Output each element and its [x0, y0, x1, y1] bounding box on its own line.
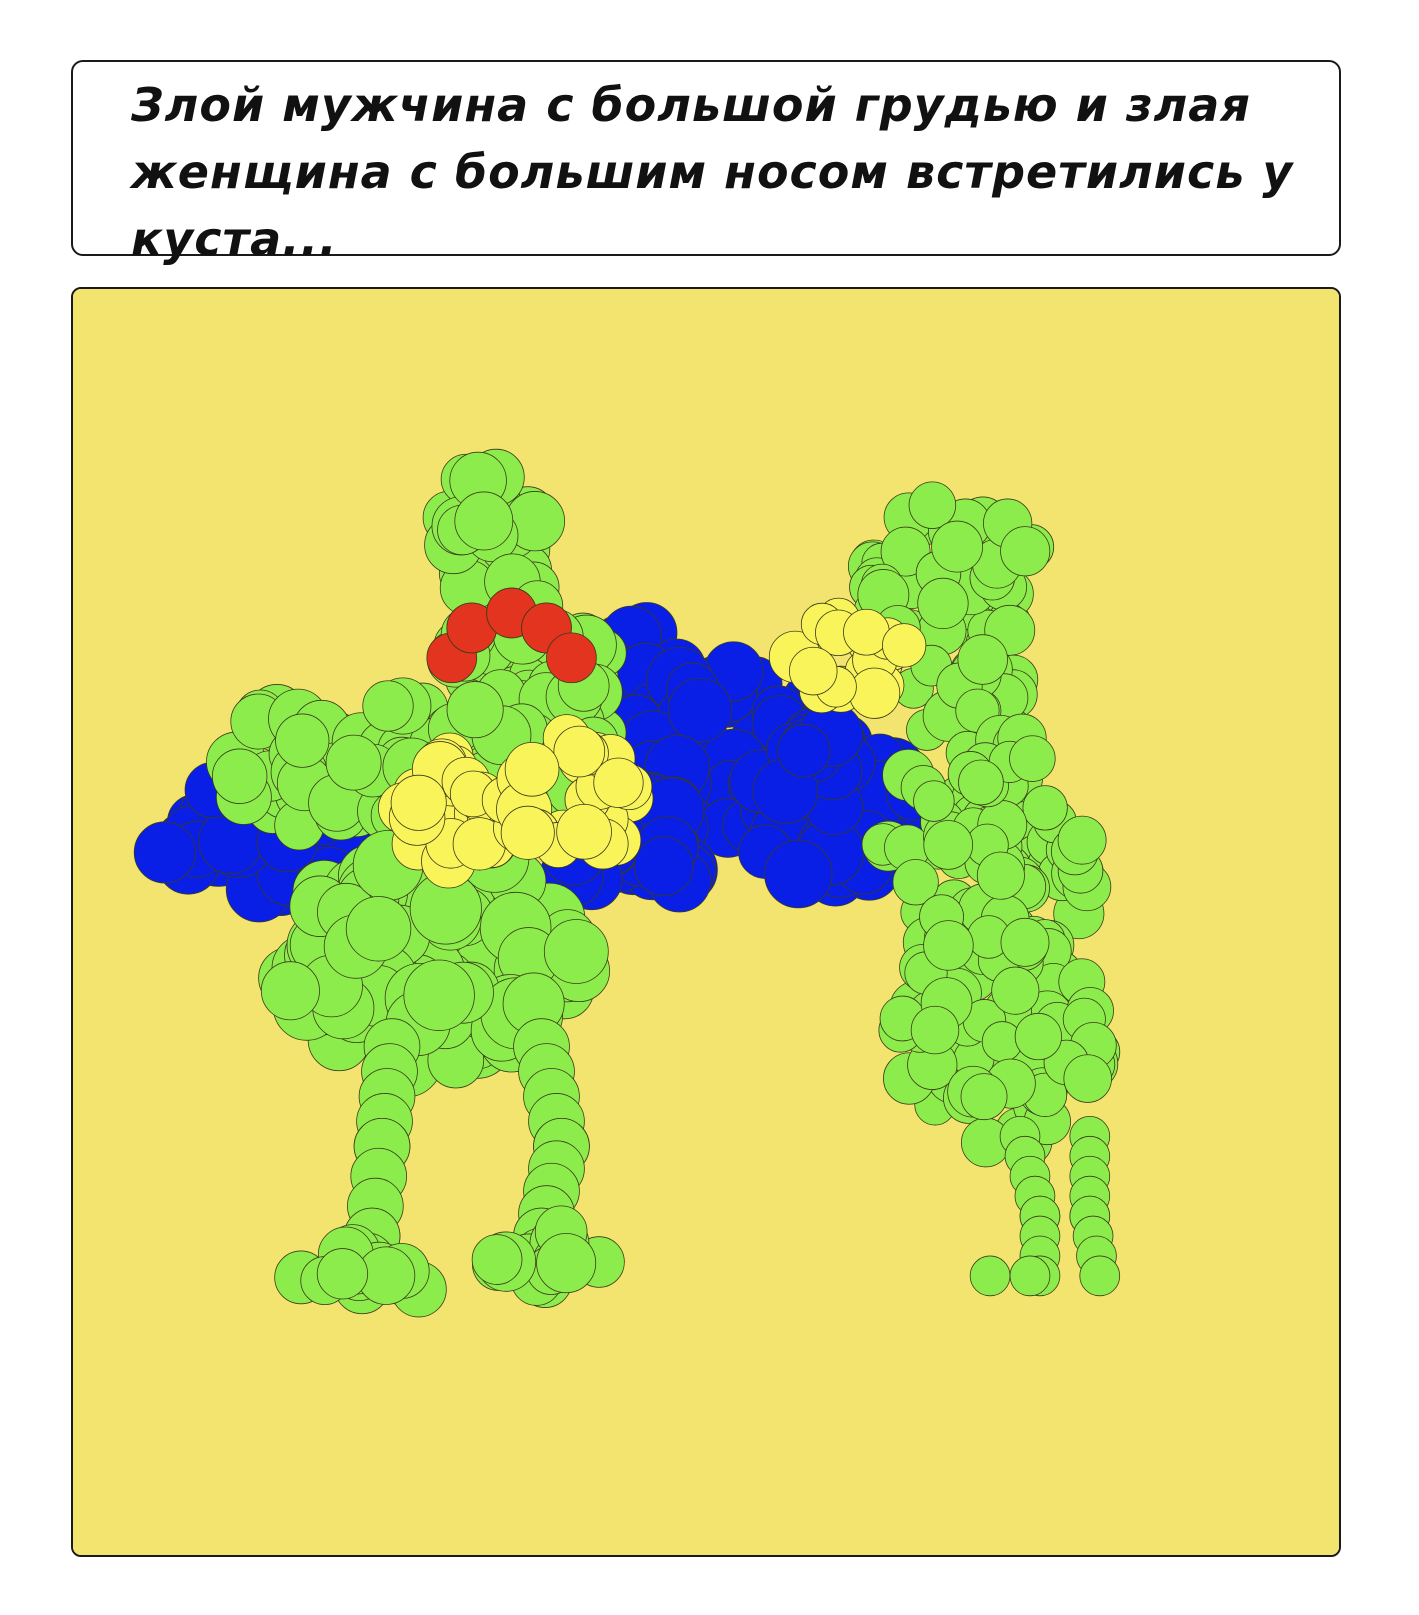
woman-circle — [957, 634, 1008, 685]
woman-circle — [908, 481, 957, 529]
man-circle — [543, 919, 609, 984]
nose-circle — [848, 667, 901, 719]
scene-frame — [71, 287, 1341, 1557]
man-circle — [260, 961, 320, 1021]
bush-circle — [777, 724, 831, 778]
woman-circle — [1014, 1012, 1062, 1061]
bush-circle — [764, 839, 833, 909]
woman-circle — [923, 920, 974, 971]
woman-circle — [958, 759, 1004, 806]
woman-circle — [923, 820, 974, 870]
man-circle — [211, 748, 268, 804]
woman-circle — [1057, 815, 1107, 865]
bush-circle — [633, 836, 694, 896]
nose-circle — [882, 623, 927, 668]
woman-circle — [960, 1073, 1008, 1121]
scene-illustration — [73, 289, 1339, 1555]
caption-box: Злой мужчина с большой грудью и злая жен… — [71, 60, 1341, 266]
man-circle — [403, 959, 475, 1031]
man-circle — [471, 1234, 523, 1285]
bush-circle — [133, 821, 196, 884]
woman-circle — [917, 577, 969, 630]
man-circle — [316, 1248, 369, 1300]
eyebrow-circle — [546, 632, 597, 684]
woman-circle — [1000, 526, 1051, 577]
woman-circle — [1000, 917, 1050, 967]
woman-circle — [931, 520, 984, 573]
man-circle — [536, 1233, 597, 1294]
man-circle — [362, 680, 414, 732]
chest-circle — [390, 774, 447, 831]
woman-circle — [976, 851, 1025, 900]
woman-circle — [910, 1005, 960, 1055]
woman-circle — [991, 966, 1040, 1015]
chest-circle — [553, 725, 606, 778]
woman-circle — [1022, 785, 1068, 831]
man-circle — [345, 896, 412, 962]
woman-circle — [969, 1255, 1011, 1297]
caption-text: Злой мужчина с большой грудью и злая жен… — [131, 78, 1294, 266]
chest-circle — [556, 803, 612, 860]
chest-circle — [500, 805, 555, 860]
bush-circle — [667, 677, 733, 743]
man-circle — [325, 734, 382, 791]
man-circle — [275, 713, 330, 768]
woman-circle — [1079, 1255, 1121, 1297]
woman-circle — [1009, 1255, 1051, 1297]
chest-circle — [504, 741, 560, 797]
woman-circle — [1063, 1054, 1112, 1103]
man-circle — [446, 681, 504, 739]
nose-circle — [789, 646, 838, 696]
man-circle — [454, 491, 514, 551]
woman-circle — [913, 780, 955, 822]
chest-circle — [593, 757, 644, 808]
woman-circle — [1009, 735, 1056, 782]
